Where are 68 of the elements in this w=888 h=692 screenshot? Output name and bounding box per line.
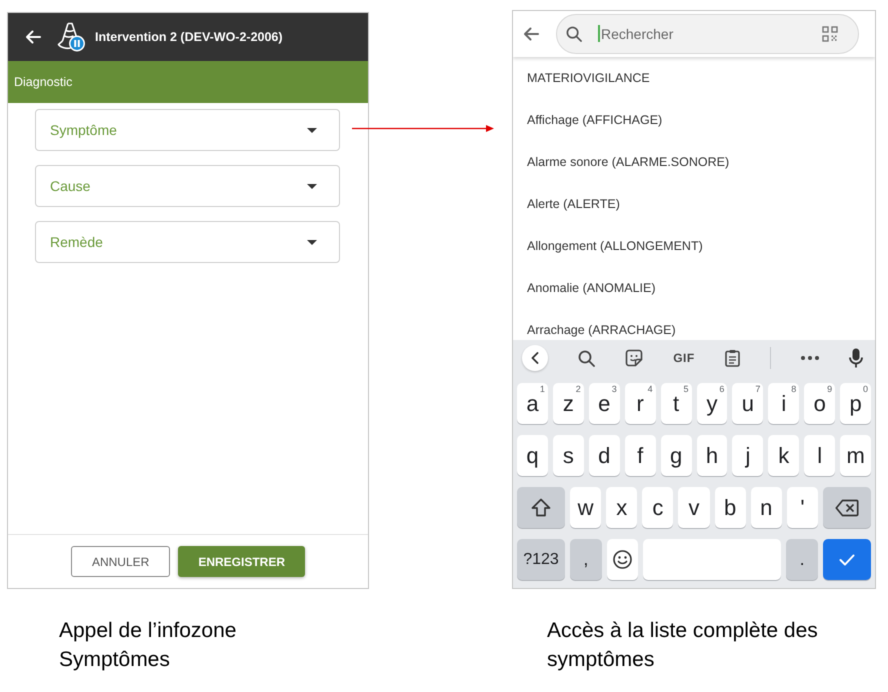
search-icon [566, 26, 582, 42]
keyboard-key[interactable]: , [570, 539, 602, 580]
keyboard-key[interactable]: s [552, 435, 584, 476]
caret-icon [307, 184, 317, 188]
keyboard-key[interactable]: i 8 [768, 383, 800, 424]
clipboard-icon[interactable] [724, 349, 740, 367]
keyboard-key[interactable]: n [750, 487, 782, 528]
back-arrow-icon[interactable] [523, 27, 539, 41]
smiley-icon [613, 550, 632, 569]
keyboard-key[interactable]: b [714, 487, 746, 528]
number-hint: 3 [612, 385, 617, 394]
number-hint: 5 [684, 385, 689, 394]
gif-button[interactable]: GIF [673, 351, 695, 365]
keyboard-key[interactable]: m [840, 435, 872, 476]
sticker-icon[interactable] [625, 349, 644, 367]
keyboard-key[interactable]: g [660, 435, 692, 476]
cone-logo-icon [57, 22, 85, 52]
list-item[interactable]: Alerte (ALERTE) [513, 183, 875, 225]
caret-icon [307, 240, 317, 244]
backspace-icon [834, 498, 859, 516]
keyboard-key[interactable]: d [588, 435, 620, 476]
keyboard-key[interactable]: q [517, 435, 548, 476]
keyboard-key[interactable]: j [732, 435, 764, 476]
list-item[interactable]: Affichage (AFFICHAGE) [513, 99, 875, 141]
list-item[interactable]: Arrachage (ARRACHAGE) [513, 309, 875, 340]
emoji-key[interactable] [606, 539, 638, 580]
chevron-left-icon [531, 352, 539, 364]
app-title: Intervention 2 (DEV-WO-2-2006) [95, 30, 283, 44]
number-hint: 6 [719, 385, 724, 394]
microphone-icon[interactable] [848, 348, 863, 368]
keyboard-key[interactable]: x [606, 487, 638, 528]
number-hint: 2 [576, 385, 581, 394]
keyboard-key[interactable]: f [624, 435, 656, 476]
backspace-key[interactable] [822, 487, 871, 528]
save-button[interactable]: ENREGISTRER [178, 546, 306, 577]
keyboard-key[interactable]: . [786, 539, 818, 580]
keyboard-key[interactable]: v [678, 487, 710, 528]
number-hint: 0 [863, 385, 868, 394]
list-item[interactable]: Allongement (ALLONGEMENT) [513, 225, 875, 267]
up-arrow-icon [531, 498, 551, 517]
shift-key[interactable] [517, 487, 565, 528]
caption-text: Accès à la liste complète des symptômes [547, 618, 819, 673]
number-hint: 4 [648, 385, 653, 394]
search-icon[interactable] [578, 350, 596, 366]
keyboard-key[interactable]: w [570, 487, 602, 528]
collapse-button[interactable] [522, 345, 548, 371]
keyboard-key[interactable]: h [696, 435, 728, 476]
number-hint: 7 [755, 385, 760, 394]
keyboard-key[interactable]: c [642, 487, 674, 528]
check-icon [839, 554, 856, 566]
list-item[interactable]: Anomalie (ANOMALIE) [513, 267, 875, 309]
list-item[interactable]: MATERIOVIGILANCE [513, 57, 875, 99]
number-hint: 9 [827, 385, 832, 394]
section-header: Diagnostic [8, 61, 368, 103]
caret-icon [307, 128, 317, 132]
keyboard-key[interactable]: k [768, 435, 800, 476]
qr-code-icon[interactable] [822, 26, 838, 42]
caption-text: Appel de l’infozone Symptômes [59, 618, 238, 673]
number-hint: 8 [791, 385, 796, 394]
number-hint: 1 [540, 385, 545, 394]
list-item[interactable]: Alarme sonore (ALARME.SONORE) [513, 141, 875, 183]
search-field[interactable]: Rechercher [556, 14, 859, 54]
symbols-key[interactable]: ?123 [517, 539, 565, 580]
more-icon[interactable] [800, 356, 819, 360]
enter-key[interactable] [823, 539, 872, 580]
cancel-button[interactable]: ANNULER [70, 546, 170, 577]
keyboard-key[interactable]: l [804, 435, 836, 476]
keyboard-key[interactable]: ' [786, 487, 818, 528]
